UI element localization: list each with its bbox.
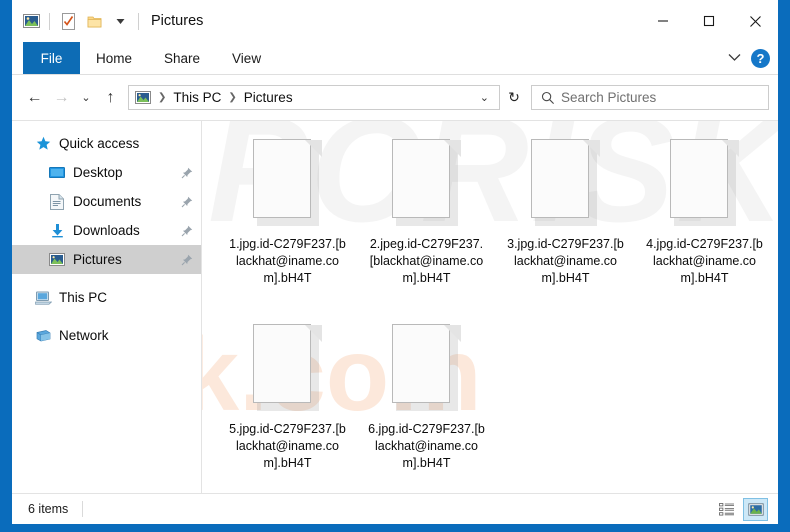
sidebar-item-desktop[interactable]: Desktop xyxy=(12,158,201,187)
this-pc-icon xyxy=(34,289,52,307)
address-bar[interactable]: ❯ This PC ❯ Pictures ⌄ xyxy=(128,85,500,110)
breadcrumb-this-pc[interactable]: This PC xyxy=(170,90,224,105)
file-explorer-window: Pictures File Home Share View ? ← → ⌄ ↑ … xyxy=(12,0,778,524)
item-count-label: 6 items xyxy=(28,502,69,516)
maximize-button[interactable] xyxy=(686,0,732,42)
file-item[interactable]: 6.jpg.id-C279F237.[blackhat@iname.com].b… xyxy=(357,320,496,493)
refresh-button[interactable]: ↻ xyxy=(500,85,528,110)
status-divider xyxy=(82,501,84,517)
navigation-pane: Quick access Desktop Documents Downloads… xyxy=(12,121,202,493)
pictures-icon xyxy=(132,91,154,104)
file-name-label: 5.jpg.id-C279F237.[blackhat@iname.com].b… xyxy=(229,422,346,470)
title-bar: Pictures xyxy=(12,0,778,42)
sidebar-item-network[interactable]: Network xyxy=(12,321,201,350)
file-name-label: 6.jpg.id-C279F237.[blackhat@iname.com].b… xyxy=(368,422,485,470)
minimize-button[interactable] xyxy=(640,0,686,42)
ribbon-right-controls: ? xyxy=(728,42,770,74)
file-name-label: 1.jpg.id-C279F237.[blackhat@iname.com].b… xyxy=(229,237,346,285)
sidebar-item-this-pc[interactable]: This PC xyxy=(12,283,201,312)
pin-icon[interactable] xyxy=(181,254,193,266)
blank-file-icon xyxy=(669,139,740,229)
sidebar-label-desktop: Desktop xyxy=(73,165,123,180)
new-folder-icon[interactable] xyxy=(81,8,107,34)
tab-view[interactable]: View xyxy=(216,42,277,74)
window-body: Quick access Desktop Documents Downloads… xyxy=(12,120,778,493)
toolbar-divider xyxy=(49,12,50,30)
ribbon-tab-bar: File Home Share View ? xyxy=(12,42,778,75)
file-item[interactable]: 3.jpg.id-C279F237.[blackhat@iname.com].b… xyxy=(496,135,635,320)
sidebar-label-pictures: Pictures xyxy=(73,252,122,267)
file-item[interactable]: 5.jpg.id-C279F237.[blackhat@iname.com].b… xyxy=(218,320,357,493)
desktop-icon xyxy=(48,164,66,182)
large-icons-view-icon[interactable] xyxy=(743,497,768,521)
sidebar-label-this-pc: This PC xyxy=(59,290,108,305)
address-dropdown-icon[interactable]: ⌄ xyxy=(470,91,499,104)
back-button[interactable]: ← xyxy=(21,83,48,113)
tab-home[interactable]: Home xyxy=(80,42,148,74)
pin-icon[interactable] xyxy=(181,225,193,237)
pin-icon[interactable] xyxy=(181,196,193,208)
downloads-icon xyxy=(48,222,66,240)
file-grid: 1.jpg.id-C279F237.[blackhat@iname.com].b… xyxy=(202,121,778,493)
pictures-icon xyxy=(48,251,66,269)
sidebar-item-documents[interactable]: Documents xyxy=(12,187,201,216)
search-icon xyxy=(541,91,554,104)
tab-file[interactable]: File xyxy=(23,42,80,74)
sidebar-label-documents: Documents xyxy=(73,194,142,209)
window-title: Pictures xyxy=(151,13,204,29)
blank-file-icon xyxy=(391,139,462,229)
sidebar-item-quick-access[interactable]: Quick access xyxy=(12,129,201,158)
picture-icon[interactable] xyxy=(18,8,44,34)
chevron-down-icon[interactable] xyxy=(728,49,741,67)
file-item[interactable]: 4.jpg.id-C279F237.[blackhat@iname.com].b… xyxy=(635,135,774,320)
close-button[interactable] xyxy=(732,0,778,42)
up-button[interactable]: ↑ xyxy=(97,83,124,113)
breadcrumb-separator-0: ❯ xyxy=(158,92,167,103)
blank-file-icon xyxy=(530,139,601,229)
toolbar-divider-2 xyxy=(138,12,139,30)
blank-file-icon xyxy=(252,139,323,229)
file-name-label: 4.jpg.id-C279F237.[blackhat@iname.com].b… xyxy=(646,237,763,285)
properties-icon[interactable] xyxy=(55,8,81,34)
blank-file-icon xyxy=(391,324,462,414)
breadcrumb-separator-1[interactable]: ❯ xyxy=(224,92,240,103)
sidebar-label-network: Network xyxy=(59,328,109,343)
file-name-label: 2.jpeg.id-C279F237.[blackhat@iname.com].… xyxy=(369,237,484,285)
customize-dropdown-icon[interactable] xyxy=(107,8,133,34)
sidebar-label-downloads: Downloads xyxy=(73,223,140,238)
recent-locations-button[interactable]: ⌄ xyxy=(75,83,97,113)
file-item[interactable]: 2.jpeg.id-C279F237.[blackhat@iname.com].… xyxy=(357,135,496,320)
help-icon[interactable]: ? xyxy=(751,48,770,68)
details-view-icon[interactable] xyxy=(714,498,739,521)
window-controls xyxy=(640,0,778,42)
navigation-bar: ← → ⌄ ↑ ❯ This PC ❯ Pictures ⌄ ↻ Search … xyxy=(12,75,778,120)
file-name-label: 3.jpg.id-C279F237.[blackhat@iname.com].b… xyxy=(507,237,624,285)
breadcrumb-pictures[interactable]: Pictures xyxy=(241,90,296,105)
sidebar-item-downloads[interactable]: Downloads xyxy=(12,216,201,245)
blank-file-icon xyxy=(252,324,323,414)
view-mode-buttons xyxy=(714,494,768,524)
forward-button[interactable]: → xyxy=(48,83,75,113)
tab-share[interactable]: Share xyxy=(148,42,216,74)
network-icon xyxy=(34,327,52,345)
pin-icon[interactable] xyxy=(181,167,193,179)
quick-access-toolbar xyxy=(12,8,144,34)
sidebar-label-quick-access: Quick access xyxy=(59,136,140,151)
search-placeholder: Search Pictures xyxy=(561,90,657,105)
file-list-pane[interactable]: PCRISK risk.com 1.jpg.id-C279F237.[black… xyxy=(202,121,778,493)
status-bar: 6 items xyxy=(12,493,778,524)
documents-icon xyxy=(48,193,66,211)
file-item[interactable]: 1.jpg.id-C279F237.[blackhat@iname.com].b… xyxy=(218,135,357,320)
star-icon xyxy=(34,135,52,153)
search-input[interactable]: Search Pictures xyxy=(531,85,769,110)
sidebar-item-pictures[interactable]: Pictures xyxy=(12,245,201,274)
